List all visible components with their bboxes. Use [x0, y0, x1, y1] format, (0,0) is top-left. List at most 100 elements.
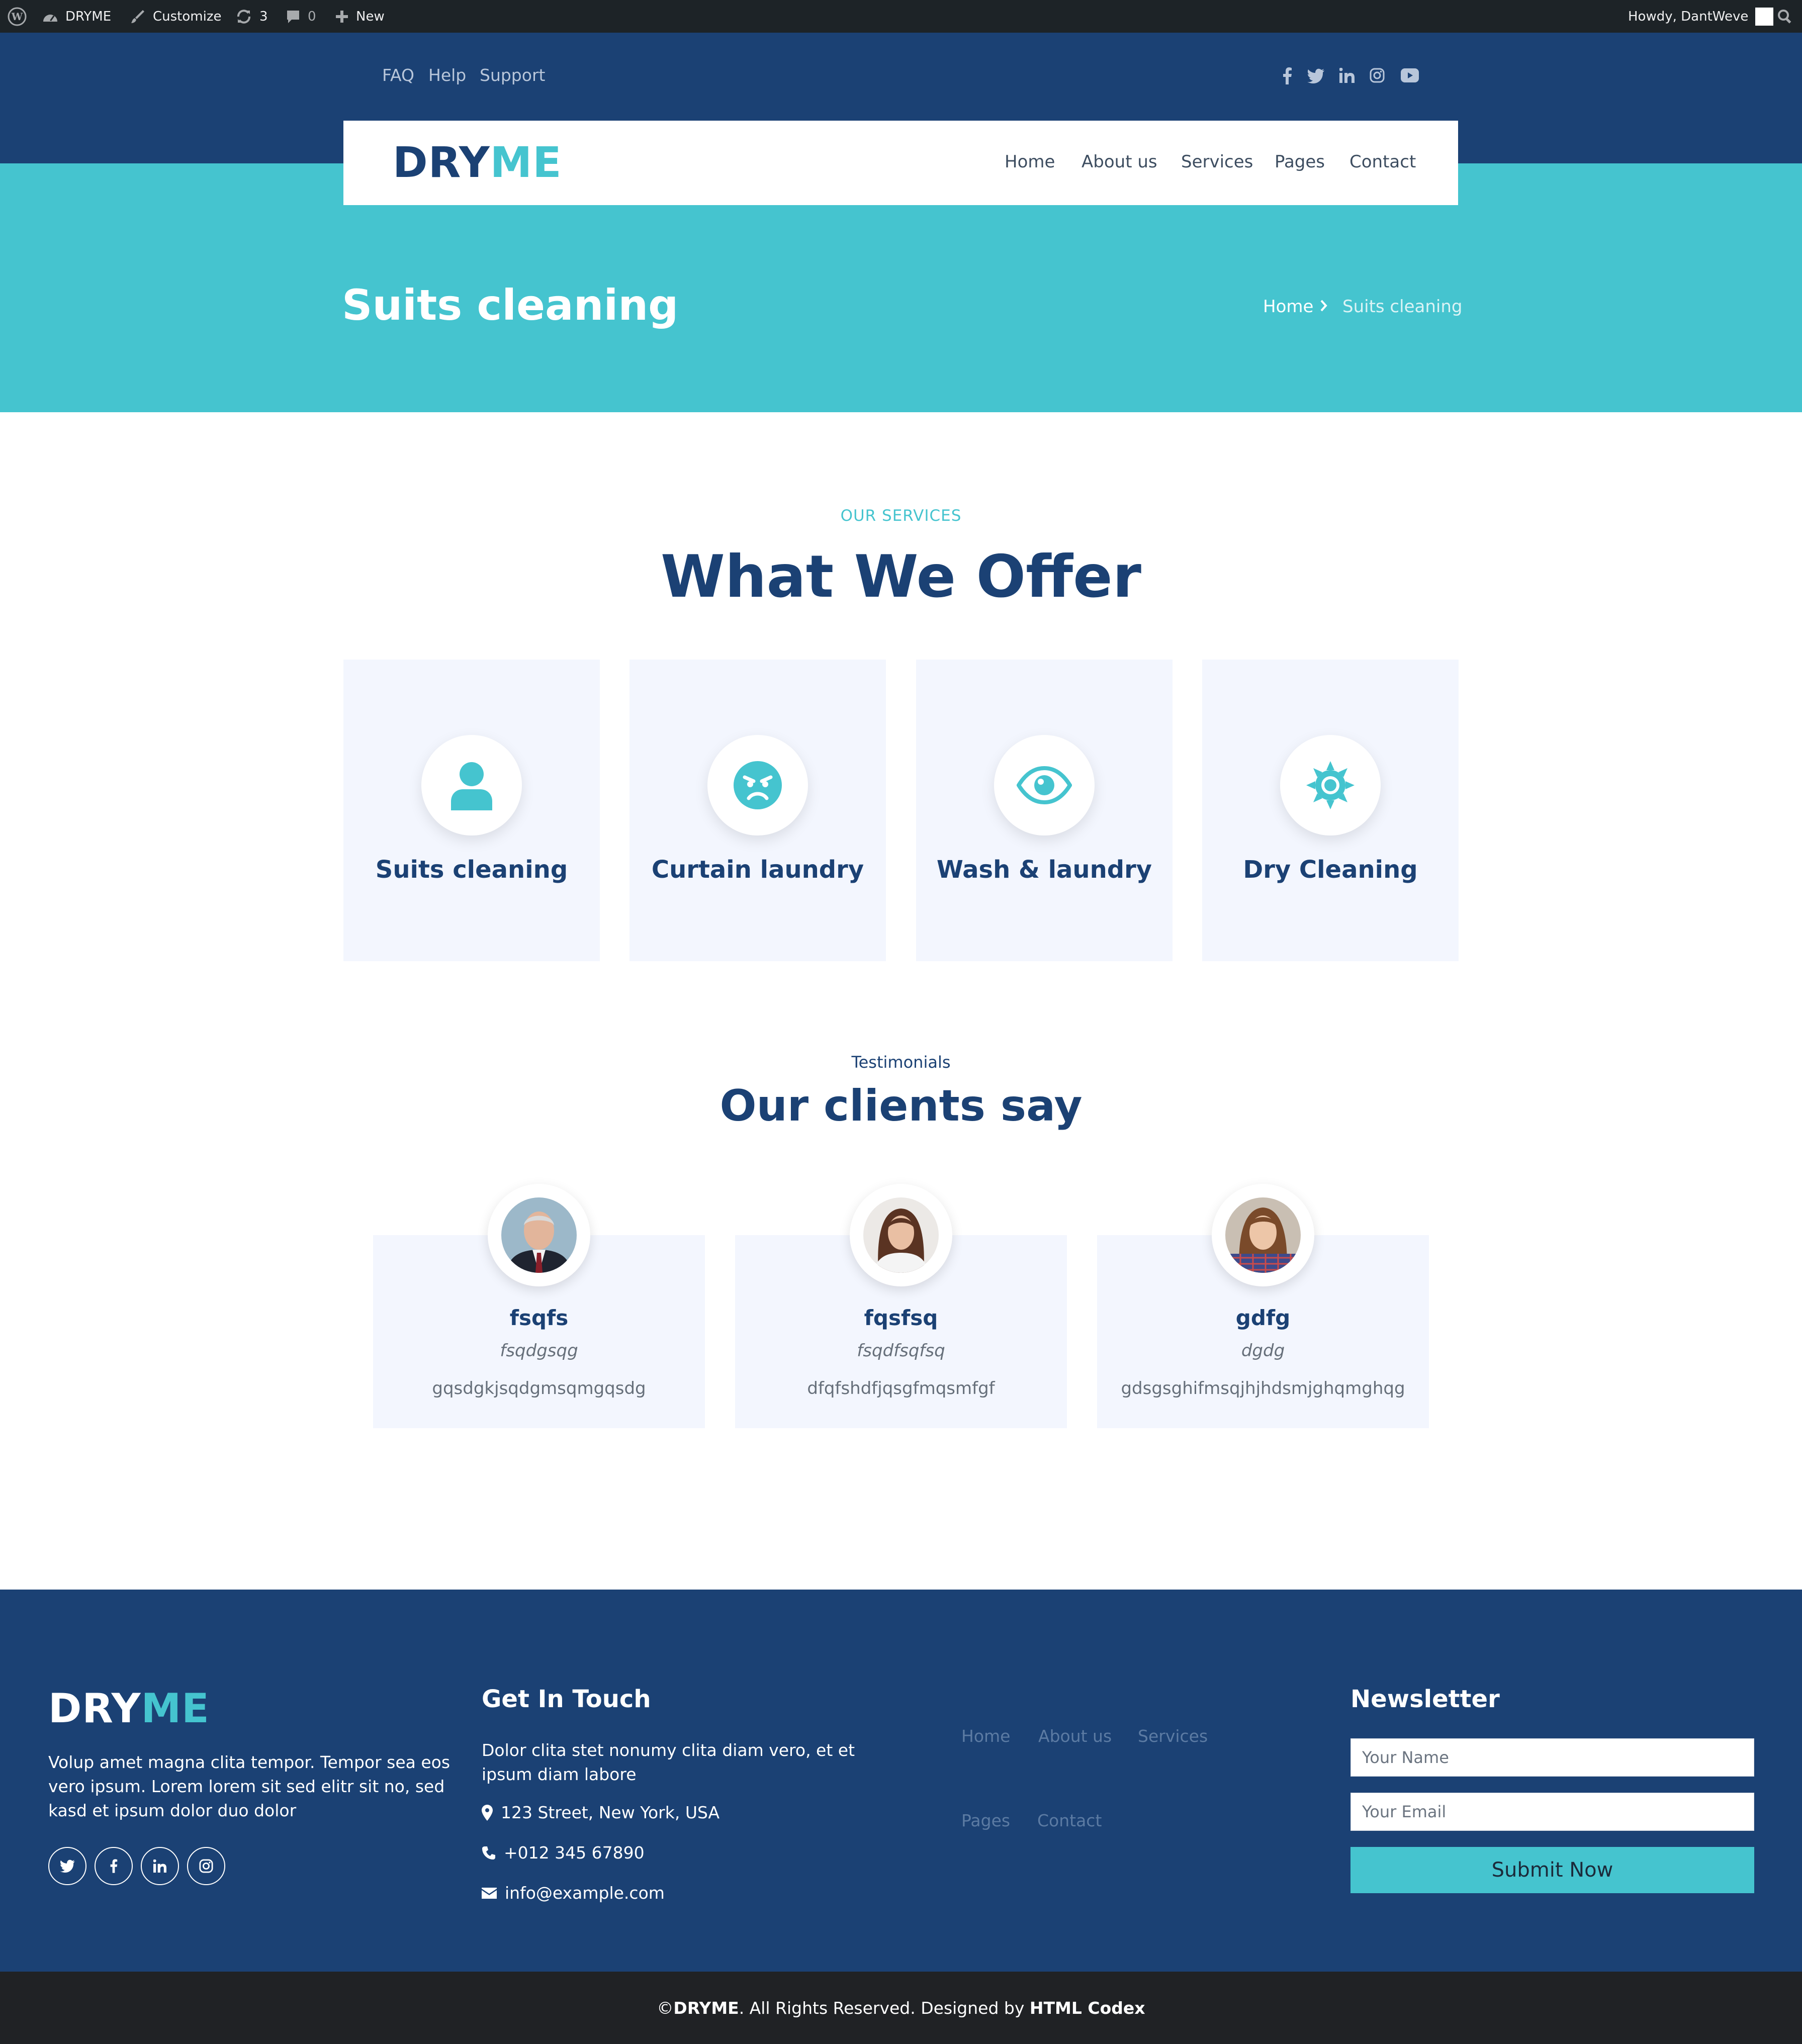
user-icon [451, 762, 492, 810]
instagram-icon[interactable] [1370, 68, 1385, 85]
newsletter-email-input[interactable] [1350, 1793, 1754, 1831]
svg-text:W: W [11, 11, 23, 23]
testimonial-name: gdfg [1235, 1306, 1291, 1330]
service-title: Wash & laundry [936, 856, 1152, 884]
service-icon-circle [707, 735, 808, 835]
linkedin-icon[interactable] [1339, 67, 1355, 85]
nav-item-home[interactable]: Home [1005, 152, 1055, 172]
dashboard-icon [43, 14, 57, 22]
angry-face-icon [734, 761, 782, 809]
footer-logo[interactable]: DRYME [48, 1687, 210, 1730]
facebook-icon[interactable] [1282, 67, 1292, 86]
newsletter-heading: Newsletter [1350, 1685, 1500, 1713]
phone-icon [482, 1846, 495, 1860]
topbar-link-help[interactable]: Help [428, 65, 466, 85]
avatar [1212, 1184, 1314, 1286]
brand-logo[interactable]: DRYME [393, 140, 562, 185]
contact-phone-text: +012 345 67890 [504, 1843, 645, 1863]
contact-text: Dolor clita stet nonumy clita diam vero,… [482, 1740, 855, 1784]
newsletter-submit-button[interactable]: Submit Now [1350, 1847, 1754, 1893]
chevron-right-icon [1319, 299, 1328, 315]
page-title: Suits cleaning [342, 281, 679, 330]
updates-icon [237, 9, 250, 24]
admin-account-menu[interactable]: Howdy, DantWeve [1628, 0, 1774, 33]
plus-icon [336, 10, 348, 23]
footer-about-text: Volup amet magna clita tempor. Tempor se… [48, 1752, 450, 1820]
contact-email-text[interactable]: info@example.com [505, 1883, 665, 1903]
client-photo-woman [863, 1197, 939, 1273]
testimonial-name: fsqfs [509, 1306, 569, 1330]
admin-new-link[interactable]: New [335, 0, 385, 33]
footer-link-contact[interactable]: Contact [1037, 1811, 1102, 1830]
client-photo-girl [1225, 1197, 1301, 1273]
sun-gear-icon [1306, 761, 1355, 809]
admin-greeting: Howdy, DantWeve [1628, 9, 1749, 24]
services-eyebrow: OUR SERVICES [840, 507, 962, 525]
admin-updates-link[interactable]: 3 [235, 0, 268, 33]
twitter-icon[interactable] [1307, 68, 1324, 85]
footer-link-about-us[interactable]: About us [1038, 1726, 1112, 1746]
comment-icon [287, 10, 299, 23]
breadcrumb-home[interactable]: Home [1263, 297, 1313, 317]
admin-avatar [1755, 7, 1774, 26]
service-card[interactable]: Curtain laundry [629, 660, 886, 961]
copyright-prefix: © [657, 1998, 674, 2018]
topbar-link-faq[interactable]: FAQ [382, 65, 414, 85]
service-card[interactable]: Wash & laundry [916, 660, 1173, 961]
envelope-icon [482, 1887, 497, 1899]
nav-item-contact[interactable]: Contact [1349, 152, 1416, 172]
copyright-bar: © DRYME . All Rights Reserved. Designed … [0, 1972, 1802, 2044]
eye-icon [1017, 766, 1072, 804]
contact-address-text: 123 Street, New York, USA [501, 1803, 720, 1822]
footer-link-pages[interactable]: Pages [961, 1811, 1010, 1830]
testimonial-profession: fsqdgsqg [500, 1341, 578, 1361]
footer-twitter-icon[interactable] [48, 1847, 86, 1885]
testimonial-profession: dgdg [1241, 1341, 1285, 1361]
admin-new-label: New [356, 9, 385, 24]
nav-item-pages[interactable]: Pages [1275, 152, 1325, 172]
copyright-brand-link[interactable]: DRYME [673, 1998, 739, 2018]
nav-item-services[interactable]: Services [1181, 152, 1253, 172]
admin-search-icon[interactable] [1777, 0, 1793, 33]
service-title: Curtain laundry [651, 856, 864, 884]
admin-customize-label: Customize [153, 9, 222, 24]
testimonial-name: fqsfsq [864, 1306, 938, 1330]
avatar [850, 1184, 952, 1286]
service-card[interactable]: Suits cleaning [343, 660, 600, 961]
brand-part-1: DRY [393, 138, 490, 187]
footer-linkedin-icon[interactable] [141, 1847, 179, 1885]
admin-comments-link[interactable]: 0 [286, 0, 316, 33]
newsletter-name-input[interactable] [1350, 1738, 1754, 1777]
nav-item-about-us[interactable]: About us [1082, 152, 1157, 172]
contact-phone: +012 345 67890 [482, 1843, 645, 1863]
admin-site-link[interactable]: DRYME [42, 0, 111, 33]
testimonial-text: gdsgsghifmsqjhjhdsmjghqmghqg [1121, 1378, 1405, 1399]
footer-logo-part-2: ME [141, 1685, 210, 1732]
admin-customize-link[interactable]: Customize [130, 0, 221, 33]
service-icon-circle [421, 735, 522, 835]
client-photo-man [501, 1197, 577, 1273]
admin-bar: W DRYME Customize 3 0 New Howdy, DantWev… [0, 0, 1802, 33]
brush-icon [131, 10, 144, 23]
footer-link-services[interactable]: Services [1138, 1726, 1208, 1746]
footer-facebook-icon[interactable] [95, 1847, 133, 1885]
wordpress-logo-icon[interactable]: W [7, 0, 27, 33]
contact-heading: Get In Touch [482, 1685, 651, 1713]
copyright-middle: . All Rights Reserved. Designed by [739, 1998, 1030, 2018]
footer-instagram-icon[interactable] [187, 1847, 225, 1885]
service-card[interactable]: Dry Cleaning [1202, 660, 1459, 961]
contact-address: 123 Street, New York, USA [482, 1803, 719, 1822]
admin-comments-count: 0 [308, 9, 316, 24]
contact-email: info@example.com [482, 1883, 665, 1903]
brand-part-2: ME [490, 138, 562, 187]
service-icon-circle [1280, 735, 1381, 835]
footer-link-home[interactable]: Home [961, 1726, 1010, 1746]
services-heading: What We Offer [661, 543, 1141, 611]
topbar-link-support[interactable]: Support [480, 65, 545, 85]
footer-logo-part-1: DRY [48, 1685, 141, 1732]
copyright-designer-link[interactable]: HTML Codex [1030, 1998, 1145, 2018]
testimonial-text: gqsdgkjsqdgmsqmgqsdg [432, 1378, 646, 1399]
youtube-icon[interactable] [1401, 68, 1419, 84]
breadcrumb-current: Suits cleaning [1342, 297, 1463, 317]
admin-updates-count: 3 [259, 9, 268, 24]
